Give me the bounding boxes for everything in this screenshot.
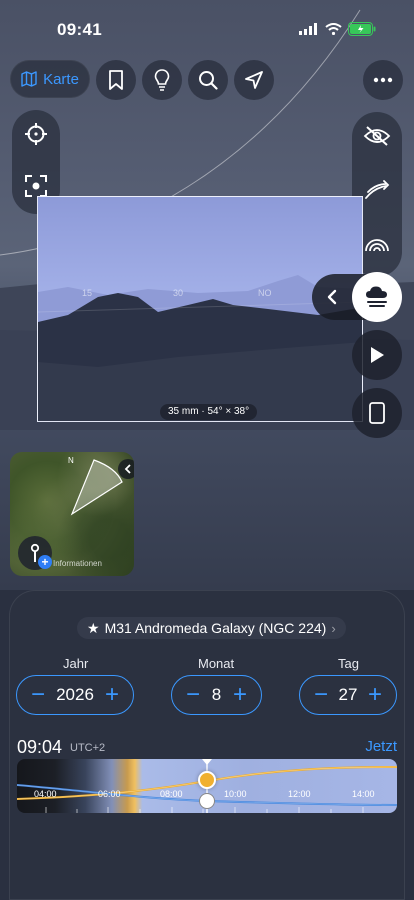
tick-0400: 04:00: [34, 789, 57, 799]
month-value: 8: [211, 685, 222, 704]
heading-label-15: 15: [82, 288, 93, 298]
now-button[interactable]: Jetzt: [365, 738, 397, 755]
eye-slash-icon: [363, 126, 391, 146]
day-label: Tag: [338, 656, 359, 671]
lens-info-badge: 35 mm · 54° × 38°: [160, 404, 258, 420]
day-decrement-button[interactable]: −: [310, 683, 332, 707]
camera-frame[interactable]: [37, 196, 363, 422]
more-button[interactable]: [363, 60, 403, 100]
location-arrow-icon: [245, 71, 263, 89]
crosshair-icon: [25, 123, 47, 145]
meteor-button[interactable]: [357, 170, 397, 210]
object-marker: [199, 793, 215, 809]
tick-1400: 14:00: [352, 789, 375, 799]
play-icon: [371, 347, 384, 363]
battery-icon: [348, 22, 376, 36]
heading-label-no: NO: [258, 288, 272, 298]
year-decrement-button[interactable]: −: [27, 683, 49, 707]
visibility-toggle-button[interactable]: [357, 116, 397, 156]
day-stepper: − 27 +: [299, 675, 397, 715]
target-button[interactable]: [16, 114, 56, 154]
information-label: Informationen: [53, 559, 102, 568]
tick-1200: 12:00: [288, 789, 311, 799]
month-label: Monat: [198, 656, 235, 671]
cloud-fog-icon: [366, 286, 387, 307]
play-button[interactable]: [352, 330, 402, 380]
tick-1000: 10:00: [224, 789, 247, 799]
add-pin-badge: +: [38, 555, 52, 569]
map-button-label: Karte: [43, 70, 79, 88]
year-label: Jahr: [63, 656, 89, 671]
month-decrement-button[interactable]: −: [182, 683, 204, 707]
chevron-right-icon: ›: [331, 620, 336, 636]
object-name: M31 Andromeda Galaxy (NGC 224): [104, 620, 327, 636]
time-slider[interactable]: [17, 759, 397, 813]
status-time: 09:41: [57, 20, 102, 39]
map-icon: [21, 71, 37, 87]
current-time: 09:04: [17, 737, 63, 757]
tick-0600: 06:00: [98, 789, 121, 799]
tick-0800: 08:00: [160, 789, 183, 799]
rainbow-button[interactable]: [357, 224, 397, 264]
star-icon: ★: [87, 619, 100, 636]
lightbulb-icon: [154, 69, 170, 91]
status-icons: [299, 22, 376, 36]
chevron-left-small-icon: [124, 464, 131, 474]
sun-marker: [198, 771, 216, 789]
search-button[interactable]: [188, 60, 228, 100]
bookmark-button[interactable]: [96, 60, 136, 100]
rainbow-icon: [365, 239, 389, 252]
minimap-collapse-button[interactable]: [118, 459, 134, 479]
more-icon: [373, 77, 393, 83]
search-icon: [199, 71, 218, 90]
year-increment-button[interactable]: +: [101, 683, 123, 707]
north-label: N: [68, 456, 74, 465]
minimap[interactable]: N + Informationen: [10, 452, 134, 576]
timezone-label: UTC+2: [70, 742, 106, 754]
shooting-star-icon: [365, 180, 390, 199]
location-button[interactable]: [234, 60, 274, 100]
day-increment-button[interactable]: +: [364, 683, 386, 707]
focus-frame-icon: [25, 175, 47, 197]
year-stepper: − 2026 +: [16, 675, 134, 715]
day-value: 27: [338, 685, 358, 704]
weather-button[interactable]: [352, 272, 402, 322]
signal-icon: [299, 23, 317, 35]
object-selector[interactable]: ★ M31 Andromeda Galaxy (NGC 224) ›: [77, 617, 346, 639]
month-increment-button[interactable]: +: [229, 683, 251, 707]
year-value: 2026: [56, 685, 94, 704]
chevron-left-icon: [327, 289, 337, 305]
map-button[interactable]: Karte: [10, 60, 90, 98]
tips-button[interactable]: [142, 60, 182, 100]
top-toolbar: Karte: [10, 60, 404, 100]
phone-outline-icon: [369, 402, 385, 424]
heading-label-30: 30: [173, 288, 184, 298]
bookmark-icon: [109, 70, 123, 90]
terrain-inside: [38, 275, 362, 421]
device-frame-button[interactable]: [352, 388, 402, 438]
month-stepper: − 8 +: [171, 675, 262, 715]
wifi-icon: [325, 23, 342, 35]
